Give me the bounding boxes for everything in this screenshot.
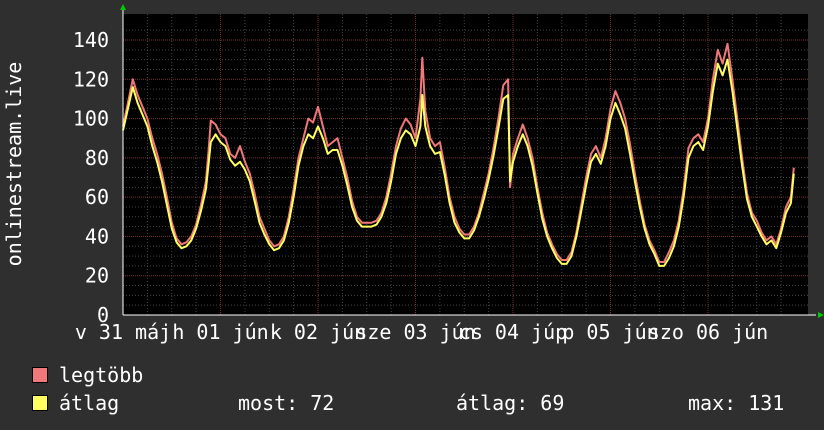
y-tick-label: 100 — [73, 107, 109, 131]
x-tick-label: szo 06 jún — [648, 320, 768, 344]
y-tick-label: 20 — [85, 264, 109, 288]
y-tick-label: 120 — [73, 67, 109, 91]
y-tick-labels: 020406080100120140 — [73, 28, 109, 327]
y-tick-label: 40 — [85, 224, 109, 248]
legend-swatch-max — [32, 367, 48, 383]
x-tick-label: sze 03 jún — [355, 320, 475, 344]
x-axis-arrow-icon — [818, 312, 824, 318]
x-tick-label: k 02 jún — [270, 320, 366, 344]
y-tick-label: 80 — [85, 146, 109, 170]
legend-label-avg: átlag — [59, 391, 120, 415]
stat-avg: átlag: 69 — [456, 391, 565, 415]
x-tick-label: v 31 máj — [75, 320, 171, 344]
x-tick-label: p 05 jún — [562, 320, 658, 344]
y-tick-label: 140 — [73, 28, 109, 52]
y-axis-arrow-icon — [120, 4, 126, 10]
x-tick-label: cs 04 júp — [459, 320, 567, 344]
x-tick-label: h 01 jún — [172, 320, 268, 344]
y-axis-label-text: onlinestream.live — [2, 61, 26, 267]
y-axis-label: onlinestream.live — [2, 52, 26, 276]
x-tick-labels: v 31 máj h 01 jún k 02 júnsze 03 júncs 04 … — [75, 320, 768, 344]
stat-now: most: 72 — [238, 391, 335, 415]
legend-label-max: legtöbb — [59, 363, 144, 387]
legend-swatch-avg — [32, 395, 48, 411]
y-tick-label: 60 — [85, 185, 109, 209]
stat-max: max: 131 — [688, 391, 785, 415]
